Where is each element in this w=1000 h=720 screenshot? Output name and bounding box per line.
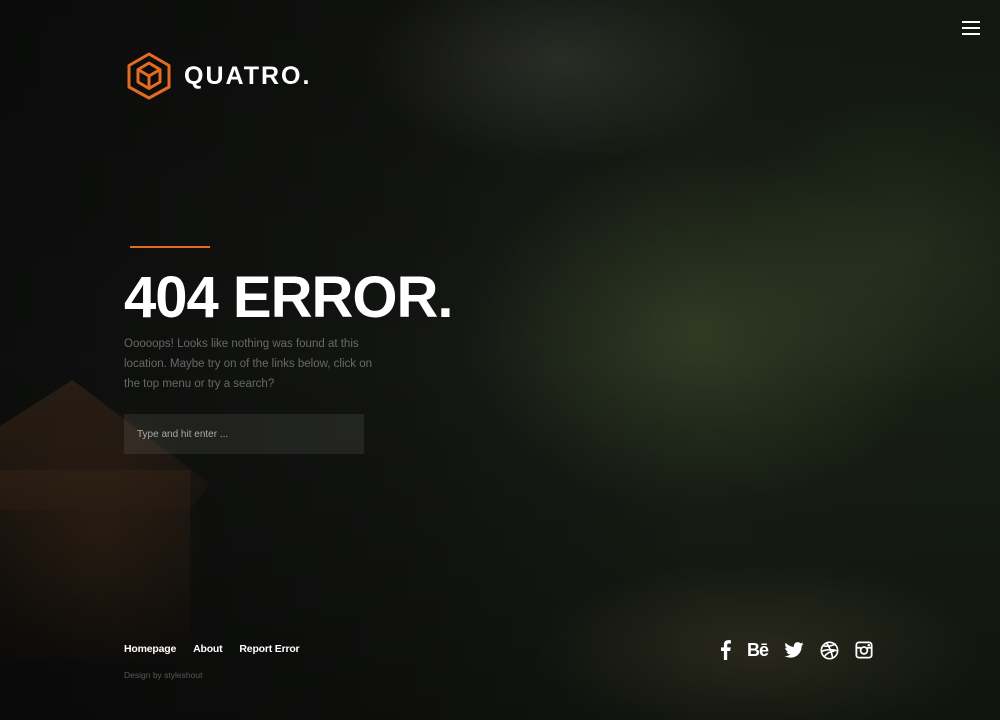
cabin-wall: [0, 470, 190, 660]
credit-author-link[interactable]: styleshout: [164, 670, 202, 680]
page-title: 404 ERROR.: [124, 265, 453, 330]
social-links: Bē: [720, 640, 873, 660]
footer-link-about[interactable]: About: [193, 643, 223, 655]
error-description: Ooooops! Looks like nothing was found at…: [124, 338, 373, 390]
instagram-icon[interactable]: [855, 640, 873, 660]
credit-prefix: Design by: [124, 670, 165, 680]
design-credit: Design by styleshout: [124, 670, 202, 680]
menu-bar: [962, 21, 980, 23]
brand-name: QUATRO.: [184, 61, 312, 90]
menu-bar: [962, 27, 980, 29]
search-input[interactable]: [124, 414, 364, 454]
dribbble-icon[interactable]: [820, 640, 839, 660]
behance-icon[interactable]: Bē: [747, 640, 769, 660]
cube-logo-icon: [127, 52, 171, 100]
menu-bar: [962, 33, 980, 35]
footer-nav: Homepage About Report Error: [124, 643, 300, 655]
facebook-icon[interactable]: [720, 640, 731, 660]
footer-link-report-error[interactable]: Report Error: [239, 643, 299, 655]
hamburger-menu-icon[interactable]: [962, 20, 980, 36]
accent-divider: [130, 246, 210, 248]
twitter-icon[interactable]: [784, 640, 804, 660]
site-logo[interactable]: QUATRO.: [126, 52, 311, 100]
footer-link-homepage[interactable]: Homepage: [124, 643, 176, 655]
